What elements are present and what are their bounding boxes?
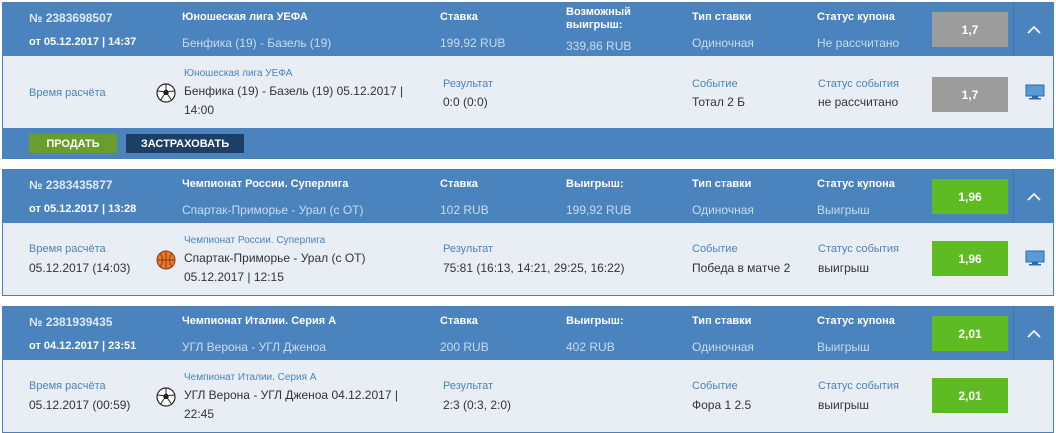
- coupon-actions: ПРОДАТЬ ЗАСТРАХОВАТЬ: [3, 128, 1053, 158]
- calc-time-label: Время расчёта: [29, 87, 106, 99]
- stake-value: 199,92 RUB: [440, 36, 506, 50]
- event-status-label: Статус события: [818, 380, 899, 392]
- coupon-odds: 1,7: [932, 12, 1008, 47]
- event-value: Тотал 2 Б: [692, 95, 746, 109]
- result-value: 2:3 (0:3, 2:0): [443, 398, 512, 412]
- coupon-status-label: Статус купона: [817, 178, 895, 190]
- event-status-label: Статус события: [818, 243, 899, 255]
- bet-type-label: Тип ставки: [692, 11, 752, 23]
- event-name-line2: 05.12.2017 | 12:15: [184, 270, 284, 284]
- event-status-value: выигрыш: [818, 398, 870, 412]
- monitor-icon[interactable]: [1025, 250, 1045, 266]
- monitor-icon[interactable]: [1025, 84, 1045, 100]
- event-row: Время расчёта Юношеская лига УЕФА Бенфик…: [3, 56, 1053, 128]
- league-name: Чемпионат Италии. Серия А: [182, 315, 337, 327]
- league-name: Чемпионат России. Суперлига: [182, 178, 349, 190]
- calc-time-value: 05.12.2017 (00:59): [29, 398, 131, 412]
- coupon-date: от 05.12.2017 | 13:28: [29, 203, 137, 215]
- win-label-2: выигрыш:: [566, 19, 623, 31]
- collapse-button[interactable]: [1013, 170, 1053, 223]
- event-value: Фора 1 2.5: [692, 398, 752, 412]
- coupon-number: № 2383698507: [29, 11, 113, 25]
- event-label: Событие: [692, 243, 738, 255]
- result-label: Результат: [443, 78, 494, 90]
- event-odds: 2,01: [932, 378, 1008, 413]
- event-value: Победа в матче 2: [692, 261, 791, 275]
- event-row: Время расчёта 05.12.2017 (14:03) Чемпион…: [3, 223, 1053, 295]
- calc-time-value: 05.12.2017 (14:03): [29, 261, 131, 275]
- coupon-status-value: Выигрыш: [817, 203, 870, 217]
- win-value: 199,92 RUB: [566, 203, 632, 217]
- coupon-number: № 2383435877: [29, 178, 113, 192]
- bet-type-label: Тип ставки: [692, 315, 752, 327]
- coupon-status-label: Статус купона: [817, 315, 895, 327]
- bet-type-value: Одиночная: [692, 36, 754, 50]
- event-odds: 1,96: [932, 241, 1008, 276]
- coupon-odds: 1,96: [932, 179, 1008, 214]
- event-league: Чемпионат России. Суперлига: [184, 235, 326, 246]
- event-label: Событие: [692, 380, 738, 392]
- bet-type-label: Тип ставки: [692, 178, 752, 190]
- win-value: 402 RUB: [566, 340, 615, 354]
- league-name: Юношеская лига УЕФА: [182, 11, 308, 23]
- event-name-line2: 14:00: [184, 103, 215, 117]
- result-value: 75:81 (16:13, 14:21, 29:25, 16:22): [443, 261, 625, 275]
- calc-time-label: Время расчёта: [29, 243, 106, 255]
- event-row: Время расчёта 05.12.2017 (00:59) Чемпион…: [3, 360, 1053, 432]
- collapse-button[interactable]: [1013, 307, 1053, 360]
- match-name: Спартак-Приморье - Урал (с ОТ): [182, 203, 364, 217]
- event-status-value: выигрыш: [818, 261, 870, 275]
- win-label: Выигрыш:: [566, 315, 624, 327]
- bet-type-value: Одиночная: [692, 340, 754, 354]
- win-label: Выигрыш:: [566, 178, 624, 190]
- stake-label: Ставка: [440, 315, 478, 327]
- event-name-line1: УГЛ Верона - УГЛ Дженоа 04.12.2017 |: [184, 388, 398, 402]
- event-name-line1: Спартак-Приморье - Урал (с ОТ): [184, 251, 366, 265]
- coupon-header[interactable]: № 2383435877 от 05.12.2017 | 13:28 Чемпи…: [3, 170, 1053, 223]
- event-status-label: Статус события: [818, 78, 899, 90]
- coupon-header[interactable]: № 2381939435 от 04.12.2017 | 23:51 Чемпи…: [3, 307, 1053, 360]
- coupon-status-value: Выигрыш: [817, 340, 870, 354]
- bet-type-value: Одиночная: [692, 203, 754, 217]
- collapse-button[interactable]: [1013, 3, 1053, 56]
- chevron-up-icon: [1026, 329, 1041, 338]
- match-name: Бенфика (19) - Базель (19): [182, 36, 332, 50]
- event-name-line2: 22:45: [184, 407, 215, 421]
- result-value: 0:0 (0:0): [443, 95, 488, 109]
- result-label: Результат: [443, 243, 494, 255]
- coupon-status-label: Статус купона: [817, 11, 895, 23]
- coupon-date: от 05.12.2017 | 14:37: [29, 36, 137, 48]
- coupon-header[interactable]: № 2383698507 от 05.12.2017 | 14:37 Юноше…: [3, 3, 1053, 56]
- soccer-ball-icon: [156, 83, 176, 103]
- result-label: Результат: [443, 380, 494, 392]
- basketball-icon: [156, 250, 176, 270]
- coupon-card: № 2383435877 от 05.12.2017 | 13:28 Чемпи…: [2, 169, 1054, 296]
- calc-time-label: Время расчёта: [29, 380, 106, 392]
- event-odds: 1,7: [932, 77, 1008, 112]
- event-league: Чемпионат Италии. Серия А: [184, 372, 317, 383]
- stake-value: 200 RUB: [440, 340, 489, 354]
- match-name: УГЛ Верона - УГЛ Дженоа: [182, 340, 327, 354]
- coupon-card: № 2381939435 от 04.12.2017 | 23:51 Чемпи…: [2, 306, 1054, 433]
- soccer-ball-icon: [156, 387, 176, 407]
- coupon-odds: 2,01: [932, 316, 1008, 351]
- chevron-up-icon: [1026, 192, 1041, 201]
- event-league: Юношеская лига УЕФА: [184, 68, 293, 79]
- stake-label: Ставка: [440, 178, 478, 190]
- chevron-up-icon: [1026, 25, 1041, 34]
- coupon-status-value: Не рассчитано: [817, 36, 900, 50]
- event-status-value: не рассчитано: [818, 95, 899, 109]
- win-label: Возможный: [566, 6, 631, 18]
- coupon-number: № 2381939435: [29, 315, 113, 329]
- stake-label: Ставка: [440, 11, 478, 23]
- sell-button[interactable]: ПРОДАТЬ: [29, 134, 117, 153]
- stake-value: 102 RUB: [440, 203, 489, 217]
- insure-button[interactable]: ЗАСТРАХОВАТЬ: [126, 134, 244, 153]
- coupon-date: от 04.12.2017 | 23:51: [29, 340, 137, 352]
- event-label: Событие: [692, 78, 738, 90]
- coupon-card: № 2383698507 от 05.12.2017 | 14:37 Юноше…: [2, 2, 1054, 159]
- event-name-line1: Бенфика (19) - Базель (19) 05.12.2017 |: [184, 84, 404, 98]
- win-value: 339,86 RUB: [566, 39, 632, 53]
